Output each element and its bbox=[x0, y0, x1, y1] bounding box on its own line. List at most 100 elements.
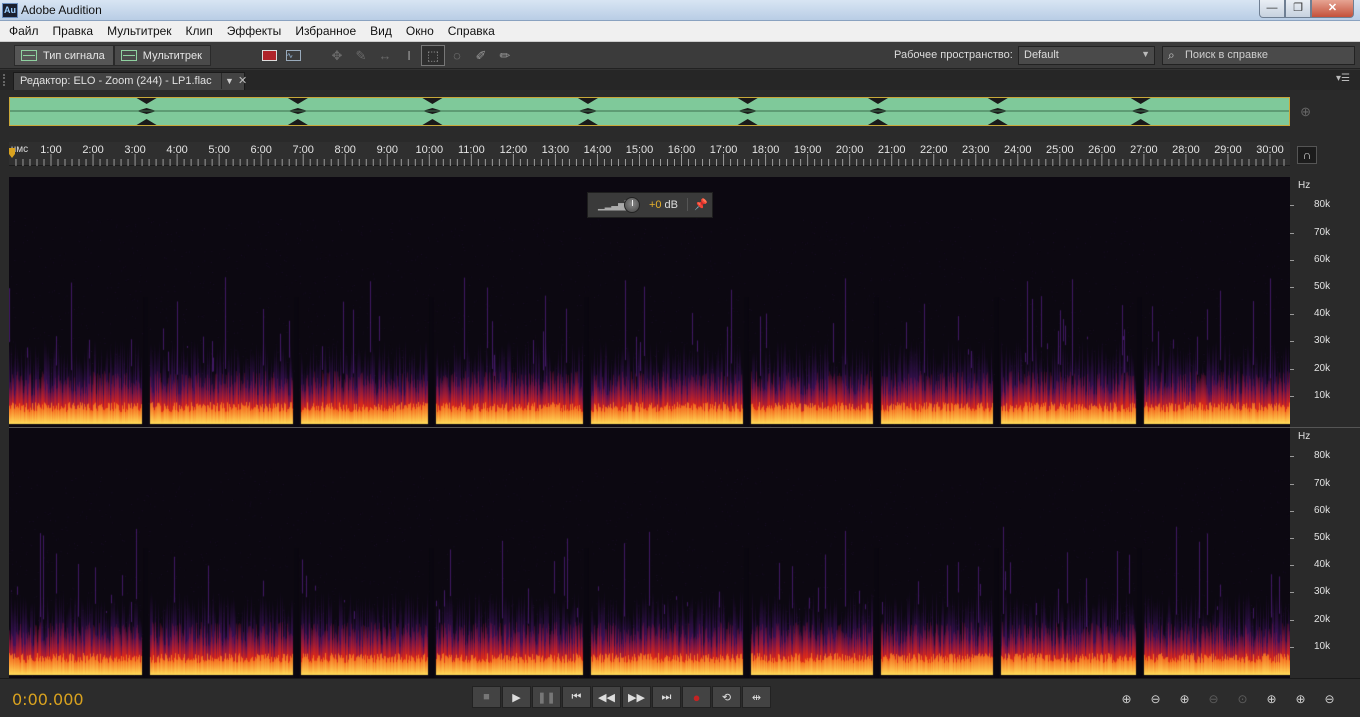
menu-edit[interactable]: Правка bbox=[46, 22, 101, 41]
ruler-time-label: 3:00 bbox=[124, 144, 145, 156]
skip-selection-icon[interactable]: ⇹ bbox=[742, 686, 771, 708]
time-selection-tool-icon[interactable]: I bbox=[397, 45, 421, 66]
record-icon[interactable]: ● bbox=[682, 686, 711, 708]
stop-icon[interactable]: ■ bbox=[472, 686, 501, 708]
ruler-time-label: 1:00 bbox=[40, 144, 61, 156]
hz-tick-mark bbox=[1290, 592, 1294, 594]
pause-icon[interactable]: ❚❚ bbox=[532, 686, 561, 708]
hud-gain-unit: dB bbox=[664, 199, 679, 211]
spot-healing-tool-icon[interactable]: ✏ bbox=[493, 45, 517, 66]
pin-icon[interactable]: 📌 bbox=[687, 198, 708, 211]
spectral-view-icon[interactable] bbox=[257, 45, 281, 66]
workspace-select[interactable]: Default ▼ bbox=[1018, 46, 1155, 65]
ruler-time-label: 28:00 bbox=[1172, 144, 1200, 156]
zoom-in-right-icon[interactable]: ⊕ bbox=[1286, 689, 1315, 709]
menu-multitrack[interactable]: Мультитрек bbox=[100, 22, 178, 41]
slip-tool-icon[interactable]: ↔ bbox=[373, 45, 397, 66]
zoom-out-full-icon[interactable]: ⊖ bbox=[1199, 689, 1228, 709]
zoom-in-left-icon[interactable]: ⊕ bbox=[1257, 689, 1286, 709]
ruler-time-label: 7:00 bbox=[292, 144, 313, 156]
zoom-in-amplitude-icon[interactable]: ⊕ bbox=[1112, 689, 1141, 709]
ruler-time-label: 27:00 bbox=[1130, 144, 1158, 156]
hz-tick-label: 10k bbox=[1314, 389, 1331, 401]
hz-tick-mark bbox=[1290, 483, 1294, 485]
help-search-input[interactable]: ⌕ Поиск в справке bbox=[1162, 46, 1355, 65]
hz-tick-mark bbox=[1290, 619, 1294, 621]
current-time-display[interactable]: 0:00.000 bbox=[12, 690, 84, 709]
zoom-in-time-icon[interactable]: ⊕ bbox=[1170, 689, 1199, 709]
hud-gain-value[interactable]: +0 bbox=[649, 199, 662, 211]
menu-favorites[interactable]: Избранное bbox=[288, 22, 363, 41]
ruler-time-label: 21:00 bbox=[878, 144, 906, 156]
play-icon[interactable]: ▶ bbox=[502, 686, 531, 708]
menu-clip[interactable]: Клип bbox=[179, 22, 220, 41]
ruler-time-label: 16:00 bbox=[668, 144, 696, 156]
ruler-time-label: 9:00 bbox=[377, 144, 398, 156]
ruler-time-label: 10:00 bbox=[416, 144, 444, 156]
marquee-tool-icon[interactable]: ⬚ bbox=[421, 45, 445, 66]
go-to-end-icon[interactable]: ⏭ bbox=[652, 686, 681, 708]
hz-tick-mark bbox=[1290, 368, 1294, 370]
go-to-start-icon[interactable]: ⏮ bbox=[562, 686, 591, 708]
zoom-out-amplitude-icon[interactable]: ⊖ bbox=[1141, 689, 1170, 709]
spectral-display-right[interactable] bbox=[9, 428, 1290, 678]
volume-knob[interactable] bbox=[624, 197, 640, 213]
overview-waveform[interactable] bbox=[9, 97, 1290, 126]
waveform-editor: ⊕ чмс 1:00 2:00 3:00 4:00 5:00 6:00 7:00 8:00 9:0… bbox=[0, 90, 1360, 678]
zoom-to-selection-icon[interactable]: ⊕ bbox=[1300, 104, 1311, 120]
hz-tick-label: 10k bbox=[1314, 640, 1331, 652]
close-button[interactable]: ✕ bbox=[1311, 0, 1354, 18]
amplitude-hud: ▁▂▃▅▇ +0 dB 📌 bbox=[587, 192, 713, 218]
hz-tick-label: 80k bbox=[1314, 199, 1331, 211]
snap-magnet-icon[interactable]: ∩ bbox=[1297, 146, 1317, 164]
razor-tool-icon[interactable]: ✎ bbox=[349, 45, 373, 66]
hz-tick-mark bbox=[1290, 341, 1294, 343]
menu-view[interactable]: Вид bbox=[363, 22, 399, 41]
zoom-selection-icon[interactable]: ⊙ bbox=[1228, 689, 1257, 709]
zoom-out-both-icon[interactable]: ⊖ bbox=[1315, 689, 1344, 709]
brush-tool-icon[interactable]: ✐ bbox=[469, 45, 493, 66]
hz-tick-label: 40k bbox=[1314, 559, 1331, 571]
hz-tick-label: 20k bbox=[1314, 362, 1331, 374]
time-ruler[interactable]: чмс 1:00 2:00 3:00 4:00 5:00 6:00 7:00 8:00 9:00 1… bbox=[9, 142, 1290, 166]
multitrack-mode-label: Мультитрек bbox=[142, 49, 202, 62]
hz-tick-mark bbox=[1290, 259, 1294, 261]
hz-unit-label: Hz bbox=[1298, 180, 1311, 191]
level-bars-icon: ▁▂▃▅▇ bbox=[598, 199, 632, 211]
loop-playback-icon[interactable]: ⟲ bbox=[712, 686, 741, 708]
hz-tick-mark bbox=[1290, 510, 1294, 512]
fast-forward-icon[interactable]: ▶▶ bbox=[622, 686, 651, 708]
transport-bar: 0:00.000 ■ ▶ ❚❚ ⏮ ◀◀ ▶▶ ⏭ ● ⟲ ⇹ ⊕ ⊖ ⊕ ⊖ … bbox=[0, 678, 1360, 717]
tab-dropdown-icon[interactable]: ▼ bbox=[221, 73, 237, 89]
menu-file[interactable]: Файл bbox=[2, 22, 46, 41]
audition-app-icon: Au bbox=[2, 3, 18, 18]
editor-tab-label: Редактор: ELO - Zoom (244) - LP1.flac bbox=[20, 75, 212, 87]
close-tab-icon[interactable]: ✕ bbox=[238, 73, 247, 89]
move-tool-icon[interactable]: ✥ bbox=[325, 45, 349, 66]
ruler-time-label: 6:00 bbox=[250, 144, 271, 156]
help-search-placeholder: Поиск в справке bbox=[1185, 49, 1269, 61]
hz-tick-mark bbox=[1290, 395, 1294, 397]
waveform-mode-button[interactable]: Тип сигнала bbox=[14, 45, 114, 66]
editor-document-tab[interactable]: Редактор: ELO - Zoom (244) - LP1.flac ▼ … bbox=[13, 72, 247, 90]
menu-effects[interactable]: Эффекты bbox=[220, 22, 289, 41]
ruler-time-label: 14:00 bbox=[584, 144, 612, 156]
waveform-view-icon[interactable]: ∿ bbox=[281, 45, 305, 66]
minimize-button[interactable]: — bbox=[1259, 0, 1285, 18]
menu-help[interactable]: Справка bbox=[441, 22, 502, 41]
panel-menu-icon[interactable]: ▾☰ bbox=[1336, 73, 1350, 84]
ruler-time-label: 24:00 bbox=[1004, 144, 1032, 156]
hz-tick-mark bbox=[1290, 232, 1294, 234]
panel-grip[interactable] bbox=[3, 74, 9, 86]
title-bar: Au Adobe Audition — ❐ ✕ bbox=[0, 0, 1360, 21]
ruler-time-label: 30:00 bbox=[1256, 144, 1284, 156]
hz-tick-mark bbox=[1290, 286, 1294, 288]
ruler-time-label: 22:00 bbox=[920, 144, 948, 156]
menu-window[interactable]: Окно bbox=[399, 22, 441, 41]
restore-button[interactable]: ❐ bbox=[1285, 0, 1311, 18]
rewind-icon[interactable]: ◀◀ bbox=[592, 686, 621, 708]
multitrack-mode-button[interactable]: Мультитрек bbox=[113, 45, 211, 66]
ruler-time-label: 2:00 bbox=[82, 144, 103, 156]
lasso-tool-icon[interactable]: ◌ bbox=[445, 45, 469, 66]
ruler-time-label: 19:00 bbox=[794, 144, 822, 156]
